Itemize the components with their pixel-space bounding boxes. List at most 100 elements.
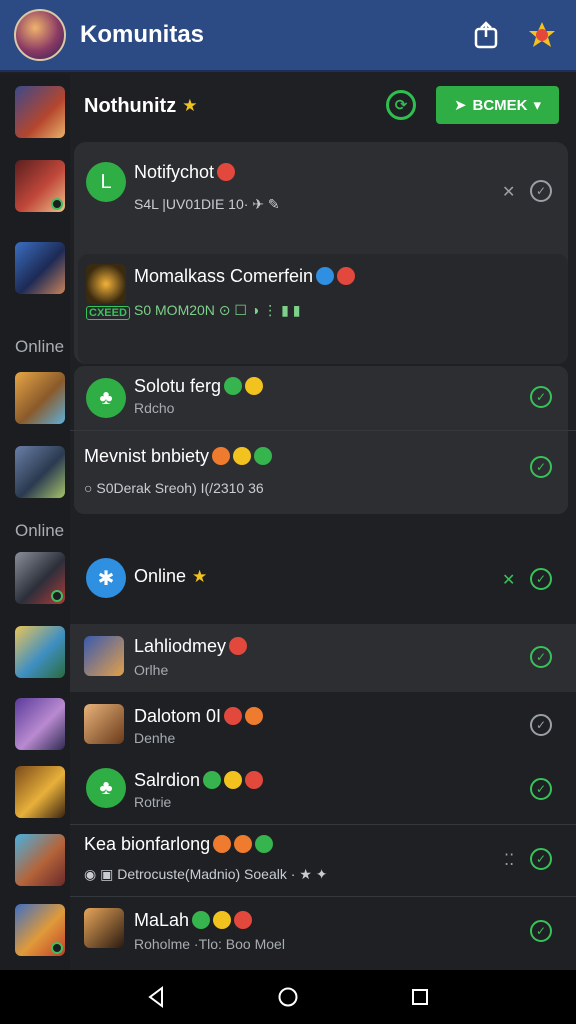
row-meta: S0 MOM20N ⊙ ☐ ◑ ⋮ ▮ ▮ — [134, 302, 301, 318]
divider — [70, 430, 576, 431]
check-icon[interactable]: ✓ — [530, 386, 552, 408]
more-icon[interactable]: ⁚⁚ — [504, 850, 514, 870]
list-item[interactable]: Lahliodmey Orlhe ✓ — [70, 624, 576, 692]
row-meta: ◉ ▣ Detrocuste(Madnio) Soealk · ★ ✦ — [84, 866, 328, 882]
emoji-icon — [224, 771, 243, 789]
emoji-icon — [233, 447, 252, 465]
rail-item-3[interactable] — [15, 242, 65, 294]
online-dot — [51, 590, 63, 602]
online-dot — [51, 942, 63, 954]
pin-icon[interactable]: ✕ — [502, 182, 515, 202]
leaf-icon: L — [86, 162, 126, 202]
list-item[interactable]: MaLah Roholme ·Tlo: Boo Moel ✓ — [70, 900, 576, 966]
app-header: Komunitas — [0, 0, 576, 72]
row-title: Kea bionfarlong — [84, 834, 274, 855]
emoji-icon — [245, 707, 264, 725]
emoji-icon — [234, 911, 253, 929]
emoji-icon — [245, 771, 264, 789]
server-avatar-icon — [84, 704, 124, 744]
rail-item-1[interactable] — [15, 86, 65, 138]
list-item[interactable]: L Notifychot S4L |UV01DIE 10· ✈ ✎ ✕ ✓ — [70, 158, 576, 238]
star-badge-icon[interactable] — [522, 15, 562, 55]
check-icon[interactable]: ✓ — [530, 646, 552, 668]
list-item[interactable]: ✱ Online ★ ✕ ✓ — [70, 552, 576, 618]
row-title: Solotu ferg — [134, 376, 264, 397]
check-icon[interactable]: ✓ — [530, 714, 552, 736]
row-title: Dalotom 0I — [134, 706, 264, 727]
recents-icon[interactable] — [400, 977, 440, 1017]
list-item[interactable]: ♣ Salrdion Rotrie ✓ — [70, 762, 576, 826]
emoji-icon — [316, 267, 335, 285]
row-sub: Orlhe — [134, 662, 169, 678]
list-item[interactable]: Mevnist bnbiety ○ S0Derak Sreoh) I(/2310… — [70, 438, 576, 510]
emoji-icon — [337, 267, 356, 285]
emoji-icon — [254, 447, 273, 465]
check-icon[interactable]: ✓ — [530, 180, 552, 202]
row-sub: Rdcho — [134, 400, 175, 416]
row-sub: Roholme ·Tlo: Boo Moel — [134, 936, 285, 952]
app-root: Komunitas Online Online Nothunitz ★ ⟳ ➤ — [0, 0, 576, 1024]
clover-icon: ♣ — [86, 768, 126, 808]
rail-item-4[interactable] — [15, 372, 65, 424]
divider — [70, 824, 576, 825]
send-icon: ➤ — [453, 97, 467, 114]
emoji-icon — [224, 377, 243, 395]
rail-item-8[interactable] — [15, 698, 65, 750]
row-title: MaLah — [134, 910, 253, 931]
status-badge: CXEED — [86, 306, 130, 320]
channel-list: Nothunitz ★ ⟳ ➤ BCMEK ▾ L Notifychot S4L… — [70, 74, 576, 970]
emoji-icon — [234, 835, 253, 853]
row-sub: Denhe — [134, 730, 176, 746]
rail-item-11[interactable] — [15, 904, 65, 956]
share-icon[interactable] — [466, 15, 506, 55]
row-title: Notifychot — [134, 162, 236, 183]
emoji-icon — [224, 707, 243, 725]
home-icon[interactable] — [268, 977, 308, 1017]
community-title: Nothunitz — [84, 94, 177, 117]
list-item[interactable]: Dalotom 0I Denhe ✓ — [70, 696, 576, 760]
divider — [70, 896, 576, 897]
emoji-icon — [229, 637, 248, 655]
check-icon[interactable]: ✓ — [530, 568, 552, 590]
back-icon[interactable] — [136, 977, 176, 1017]
rail-item-5[interactable] — [15, 446, 65, 498]
rail-item-10[interactable] — [15, 834, 65, 886]
row-title: Salrdion — [134, 770, 264, 791]
check-icon[interactable]: ✓ — [530, 920, 552, 942]
emoji-icon — [213, 911, 232, 929]
header-title: Komunitas — [80, 21, 205, 48]
check-icon[interactable]: ✓ — [530, 456, 552, 478]
star-icon: ★ — [192, 567, 208, 586]
row-meta: S4L |UV01DIE 10· ✈ ✎ — [134, 196, 280, 212]
check-icon[interactable]: ✓ — [530, 848, 552, 870]
pin-icon[interactable]: ✕ — [502, 570, 515, 590]
rail-item-7[interactable] — [15, 626, 65, 678]
list-item[interactable]: Momalkass Comerfein CXEED S0 MOM20N ⊙ ☐ … — [70, 260, 576, 350]
rail-item-9[interactable] — [15, 766, 65, 818]
emoji-icon — [217, 163, 236, 181]
emoji-icon — [255, 835, 274, 853]
rail-label-online: Online — [15, 337, 65, 356]
rail-item-6[interactable] — [15, 552, 65, 604]
row-sub: Rotrie — [134, 794, 172, 810]
emoji-icon — [245, 377, 264, 395]
profile-avatar[interactable] — [14, 9, 66, 61]
community-badge-icon[interactable]: ⟳ — [386, 90, 416, 120]
check-icon[interactable]: ✓ — [530, 778, 552, 800]
row-title: Momalkass Comerfein — [134, 266, 356, 287]
rail-label-online-2: Online — [15, 521, 65, 540]
join-button[interactable]: ➤ BCMEK ▾ — [436, 86, 559, 124]
join-button-label: BCMEK — [472, 96, 528, 114]
clover-icon: ♣ — [86, 378, 126, 418]
emblem-icon — [86, 264, 126, 304]
rail-item-2[interactable] — [15, 160, 65, 212]
emoji-icon — [192, 911, 211, 929]
emoji-icon — [212, 447, 231, 465]
row-title: Online ★ — [134, 566, 208, 586]
emoji-icon — [203, 771, 222, 789]
server-avatar-icon — [84, 908, 124, 948]
list-item[interactable]: ♣ Solotu ferg Rdcho ✓ — [70, 372, 576, 436]
row-meta: ○ S0Derak Sreoh) I(/2310 36 — [84, 480, 264, 496]
list-item[interactable]: Kea bionfarlong ◉ ▣ Detrocuste(Madnio) S… — [70, 828, 576, 896]
community-topbar: Nothunitz ★ ⟳ ➤ BCMEK ▾ — [70, 74, 576, 138]
